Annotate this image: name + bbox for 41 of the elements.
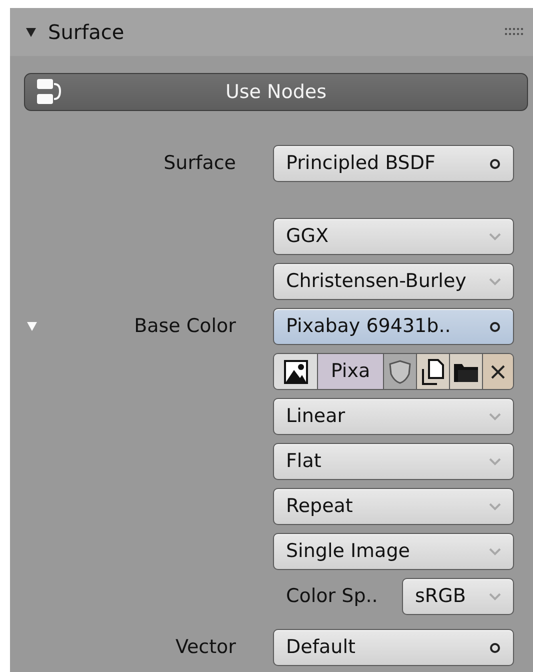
image-icon: [284, 360, 308, 384]
chevron-icon: [489, 278, 501, 286]
socket-field[interactable]: Default: [273, 629, 514, 666]
dropdown-field[interactable]: GGX: [273, 218, 514, 255]
socket-icon: [489, 642, 501, 654]
socket-label: Surface: [164, 151, 236, 176]
dropdown-field[interactable]: Repeat: [273, 488, 514, 525]
dropdown-field[interactable]: Linear: [273, 398, 514, 435]
socket-label: Vector: [175, 635, 236, 660]
chevron-icon: [489, 548, 501, 556]
close-icon: [490, 364, 506, 380]
socket-field[interactable]: Pixabay 69431b..: [273, 308, 514, 345]
image-browse-button[interactable]: [274, 354, 318, 389]
socket-icon: [489, 158, 501, 170]
expand-triangle-icon[interactable]: [26, 321, 38, 332]
nodes-icon: [35, 77, 63, 107]
drag-handle-icon[interactable]: [505, 28, 525, 36]
collapse-triangle-icon[interactable]: [26, 27, 36, 37]
use-nodes-button[interactable]: Use Nodes: [24, 73, 528, 111]
chevron-icon: [489, 412, 501, 420]
image-name-field[interactable]: Pixa: [318, 354, 384, 389]
unlink-button[interactable]: [483, 354, 513, 389]
panel-title: Surface: [48, 19, 124, 46]
dropdown-field[interactable]: Single Image: [273, 533, 514, 570]
panel-header[interactable]: Surface: [10, 8, 533, 56]
dropdown-field[interactable]: sRGB: [402, 578, 514, 615]
chevron-icon: [489, 232, 501, 240]
chevron-icon: [489, 502, 501, 510]
dropdown-field[interactable]: Flat: [273, 443, 514, 480]
open-image-button[interactable]: [450, 354, 483, 389]
chevron-icon: [489, 458, 501, 466]
socket-icon: [489, 320, 501, 332]
chevron-icon: [489, 592, 501, 600]
socket-label: Base Color: [134, 314, 236, 340]
duplicate-page-icon: [421, 358, 445, 384]
fake-user-button[interactable]: [384, 354, 417, 389]
socket-field[interactable]: Principled BSDF: [273, 145, 514, 182]
color-space-label: Color Sp..: [285, 584, 379, 610]
shield-icon: [389, 360, 411, 384]
new-image-button[interactable]: [417, 354, 450, 389]
dropdown-field[interactable]: Christensen-Burley: [273, 263, 514, 300]
